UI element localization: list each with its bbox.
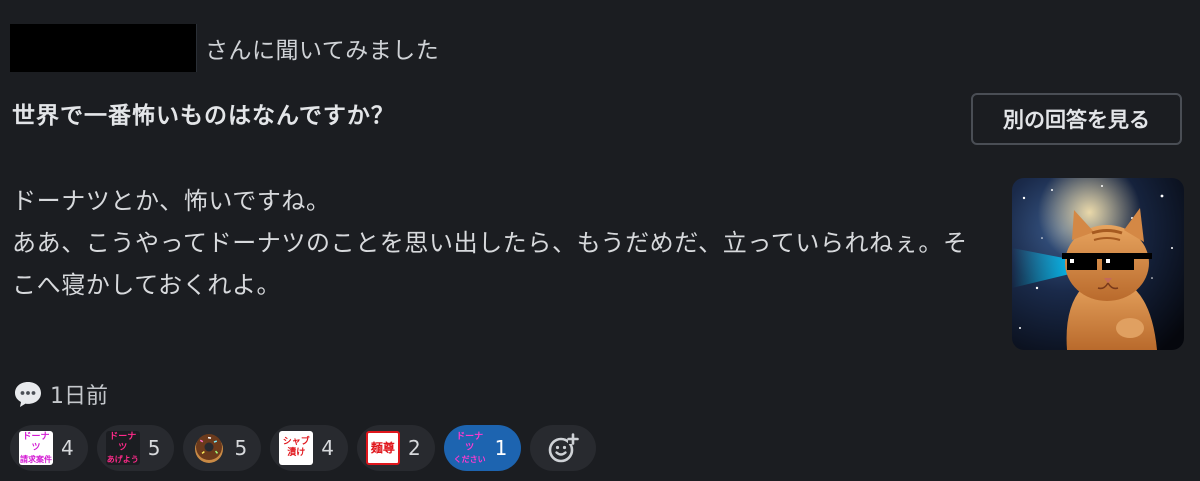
mensou-emoji: 麺尊 [365, 431, 400, 465]
donut-please-emoji: ドーナツ ください [453, 431, 487, 465]
donut-icon [195, 434, 224, 463]
emoji-label: あげよう [106, 454, 139, 464]
space-cat-sunglasses-image [1012, 178, 1184, 350]
add-reaction-button[interactable] [530, 425, 597, 471]
reaction-count: 4 [61, 436, 74, 460]
reaction-donut-give[interactable]: ドーナツ あげよう 5 [96, 425, 175, 471]
answer-image[interactable] [1012, 178, 1184, 350]
reaction-donut-please[interactable]: ドーナツ ください 1 [443, 425, 522, 471]
sharp-emoji: シャブ 漬け [279, 431, 314, 465]
emoji-label: 請求案件 [20, 454, 52, 464]
emoji-label: ください [453, 454, 486, 464]
speech-bubble-icon[interactable] [12, 378, 44, 410]
reaction-count: 4 [321, 436, 334, 460]
add-emoji-icon [549, 433, 580, 463]
reaction-count: 5 [234, 436, 248, 460]
reaction-count: 2 [407, 436, 421, 460]
emoji-label: ドーナツ [22, 431, 50, 453]
reaction-mensou[interactable]: 麺尊 2 [356, 425, 435, 471]
asked-text: さんに聞いてみました [205, 38, 440, 64]
reaction-donut[interactable]: 5 [183, 425, 262, 471]
emoji-label: ドーナツ [109, 431, 137, 453]
emoji-label: ドーナツ [456, 431, 484, 453]
reaction-donut-request[interactable]: ドーナツ 請求案件 4 [10, 425, 88, 471]
question-title: 世界で一番怖いものはなんですか？ [12, 103, 395, 129]
donut-emoji [192, 431, 226, 465]
reaction-sharp[interactable]: シャブ 漬け 4 [270, 425, 348, 471]
asker-row: さんに聞いてみました [10, 24, 439, 72]
reaction-count: 1 [494, 436, 508, 460]
redacted-username [10, 24, 197, 72]
answer-line: ああ、こうやってドーナツのことを思い出したら、もうだめだ、立っていられねぇ。そこ… [12, 229, 968, 299]
reaction-count: 5 [147, 436, 161, 460]
emoji-label: 麺尊 [370, 440, 395, 455]
emoji-label: シャブ [282, 437, 310, 447]
donut-give-emoji: ドーナツ あげよう [105, 431, 140, 465]
comment-meta: 1日前 [12, 378, 108, 410]
emoji-label: 漬け [287, 448, 306, 458]
time-ago: 1日前 [50, 384, 108, 409]
answer-body: ドーナツとか、怖いですね。 ああ、こうやってドーナツのことを思い出したら、もうだ… [12, 180, 987, 306]
see-another-answer-button[interactable]: 別の回答を見る [971, 93, 1182, 145]
reaction-bar: ドーナツ 請求案件 4 ドーナツ あげよう 5 5 シャブ 漬け 4 麺尊 2 … [10, 425, 597, 471]
donut-request-emoji: ドーナツ 請求案件 [19, 431, 53, 465]
answer-line: ドーナツとか、怖いですね。 [12, 187, 331, 215]
